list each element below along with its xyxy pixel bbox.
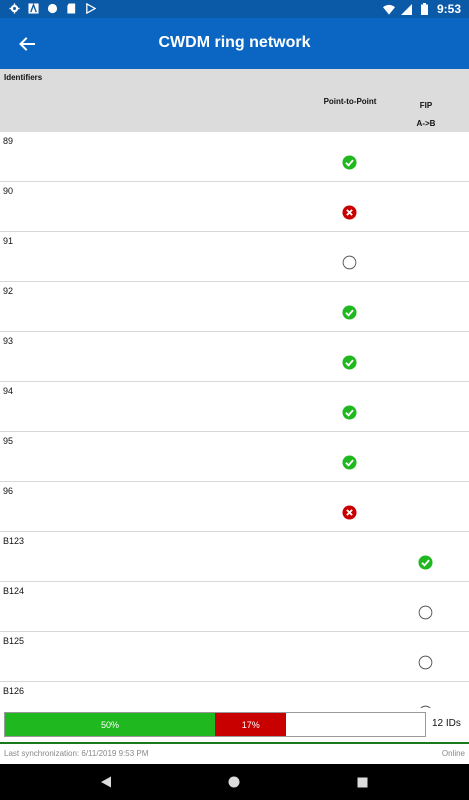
table-row[interactable]: 92 xyxy=(0,282,469,332)
table-row[interactable]: B123 xyxy=(0,532,469,582)
row-identifier: 93 xyxy=(3,336,14,346)
navigation-bar xyxy=(0,764,469,800)
fip-status[interactable] xyxy=(418,605,433,620)
status-icons-right: 9:53 xyxy=(382,2,461,16)
progress-bar: 50% 17% xyxy=(4,712,426,737)
gear-icon xyxy=(8,2,20,14)
online-status: Online xyxy=(441,749,465,758)
check-circle-icon xyxy=(342,355,357,370)
status-time: 9:53 xyxy=(436,2,461,16)
nav-home-button[interactable] xyxy=(226,774,242,790)
row-identifier: 91 xyxy=(3,236,14,246)
wifi-icon xyxy=(382,3,395,15)
footer: Last synchronization: 6/11/2019 9:53 PM … xyxy=(0,744,469,764)
status-bar: 9:53 xyxy=(0,0,469,18)
fip-header-label: FIP xyxy=(419,101,433,110)
empty-circle-icon xyxy=(418,655,433,670)
point-to-point-status[interactable] xyxy=(342,505,357,520)
fip-direction-label: A->B xyxy=(416,119,436,128)
point-to-point-status[interactable] xyxy=(342,155,357,170)
table-row[interactable]: B126 xyxy=(0,682,469,708)
table-row[interactable]: B125 xyxy=(0,632,469,682)
table-header: Identifiers Point-to-Point FIP A->B xyxy=(0,69,469,132)
circle-icon xyxy=(46,2,58,14)
error-circle-icon xyxy=(342,205,357,220)
row-identifier: 90 xyxy=(3,186,14,196)
a-icon xyxy=(27,2,39,14)
error-circle-icon xyxy=(342,505,357,520)
row-identifier: B125 xyxy=(3,636,25,646)
column-header-fip[interactable]: FIP A->B xyxy=(406,97,446,133)
table-row[interactable]: B124 xyxy=(0,582,469,632)
row-identifier: B123 xyxy=(3,536,25,546)
fip-status[interactable] xyxy=(418,705,433,708)
check-circle-icon xyxy=(342,455,357,470)
table-row[interactable]: 91 xyxy=(0,232,469,282)
page-title: CWDM ring network xyxy=(158,34,311,51)
progress-pass-label: 50% xyxy=(100,719,119,730)
check-circle-icon xyxy=(342,405,357,420)
nav-recents-button[interactable] xyxy=(354,774,370,790)
point-to-point-status[interactable] xyxy=(342,205,357,220)
results-list[interactable]: 89 90 91 92 93 94 95 96 B123 B124 B125 B126 xyxy=(0,132,469,708)
table-row[interactable]: 94 xyxy=(0,382,469,432)
row-identifier: 95 xyxy=(3,436,14,446)
point-to-point-status[interactable] xyxy=(342,355,357,370)
signal-icon xyxy=(401,3,413,15)
empty-circle-icon xyxy=(418,605,433,620)
point-to-point-status[interactable] xyxy=(342,255,357,270)
app-bar: CWDM ring network xyxy=(0,18,469,69)
row-identifier: 92 xyxy=(3,286,14,296)
table-row[interactable]: 93 xyxy=(0,332,469,382)
table-row[interactable]: 89 xyxy=(0,132,469,182)
point-to-point-status[interactable] xyxy=(342,305,357,320)
progress-fail-segment: 17% xyxy=(215,713,287,736)
ids-count: 12 IDs xyxy=(432,718,461,729)
row-identifier: 96 xyxy=(3,486,14,496)
row-identifier: B124 xyxy=(3,586,25,596)
empty-circle-icon xyxy=(342,255,357,270)
nav-back-button[interactable] xyxy=(98,774,114,790)
fip-status[interactable] xyxy=(418,555,433,570)
status-icons-left xyxy=(8,2,96,14)
table-row[interactable]: 96 xyxy=(0,482,469,532)
square-recents-icon xyxy=(357,777,367,787)
progress-fail-label: 17% xyxy=(241,719,260,730)
progress-pass-segment: 50% xyxy=(5,713,215,736)
row-identifier: 89 xyxy=(3,136,14,146)
home-circle-icon xyxy=(228,776,240,788)
row-identifier: B126 xyxy=(3,686,25,696)
sd-card-icon xyxy=(65,2,77,14)
battery-icon xyxy=(419,3,431,15)
column-header-point-to-point[interactable]: Point-to-Point xyxy=(310,97,390,106)
check-circle-icon xyxy=(342,155,357,170)
check-circle-icon xyxy=(342,305,357,320)
point-to-point-status[interactable] xyxy=(342,405,357,420)
triangle-back-icon xyxy=(101,776,111,788)
empty-circle-icon xyxy=(420,705,431,708)
point-to-point-status[interactable] xyxy=(342,455,357,470)
row-identifier: 94 xyxy=(3,386,14,396)
sync-status-text: Last synchronization: 6/11/2019 9:53 PM xyxy=(4,749,149,758)
fip-status[interactable] xyxy=(418,655,433,670)
table-row[interactable]: 90 xyxy=(0,182,469,232)
play-icon xyxy=(84,2,96,14)
column-header-identifiers: Identifiers xyxy=(4,73,43,82)
table-row[interactable]: 95 xyxy=(0,432,469,482)
check-circle-icon xyxy=(418,555,433,570)
